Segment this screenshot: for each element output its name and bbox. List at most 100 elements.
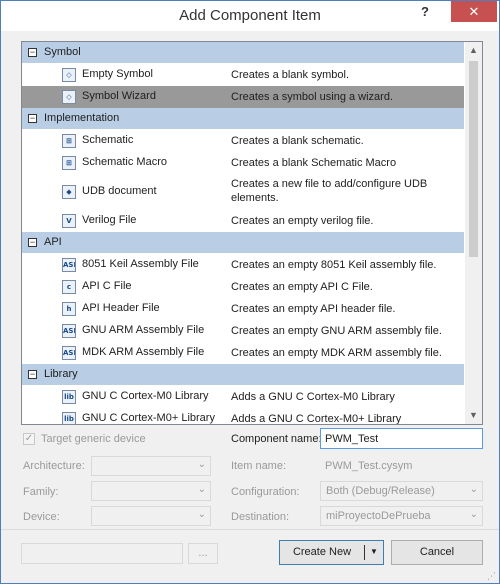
h-file-icon: h (62, 302, 76, 316)
vertical-scrollbar[interactable]: ▲ ▼ (465, 42, 482, 424)
component-template-list[interactable]: − Symbol ◇ Empty Symbol Creates a blank symb… (21, 41, 483, 425)
group-title: API (44, 236, 62, 248)
item-description: Creates an empty API header file. (231, 303, 396, 315)
item-description: Creates a blank Schematic Macro (231, 157, 397, 169)
list-item[interactable]: ◇ Symbol Wizard Creates a symbol using a w… (22, 86, 464, 108)
list-item[interactable]: V Verilog File Creates an empty verilog fi… (22, 210, 464, 232)
list-item[interactable]: ASM MDK ARM Assembly File Creates an empty… (22, 342, 464, 364)
group-header-symbol[interactable]: − Symbol (22, 42, 464, 64)
item-name-value: PWM_Test.cysym (325, 460, 413, 472)
dropdown-arrow-icon[interactable]: ▼ (365, 541, 383, 564)
list-item[interactable]: lib GNU C Cortex-M0 Library Adds a GNU C C… (22, 386, 464, 408)
item-description: Creates an empty verilog file. (231, 215, 374, 227)
item-name: API C File (82, 280, 132, 292)
family-label: Family: (23, 486, 59, 498)
list-item[interactable]: ASM GNU ARM Assembly File Creates an empty… (22, 320, 464, 342)
add-component-dialog: Add Component Item ? ✕ − Symbol ◇ Empty Sym… (0, 0, 500, 584)
list-item[interactable]: ASM 8051 Keil Assembly File Creates an emp… (22, 254, 464, 276)
list-item[interactable]: ◇ Empty Symbol Creates a blank symbol. (22, 64, 464, 86)
template-list-content: − Symbol ◇ Empty Symbol Creates a blank symb… (22, 42, 464, 425)
collapse-icon[interactable]: − (28, 48, 37, 57)
chevron-down-icon: ⌄ (469, 509, 478, 520)
component-name-label: Component name: (231, 433, 322, 445)
chevron-down-icon: ⌄ (469, 484, 478, 495)
item-description: Creates a blank symbol. (231, 69, 349, 81)
collapse-icon[interactable]: − (28, 370, 37, 379)
item-description: Creates an empty 8051 Keil assembly file… (231, 259, 437, 271)
item-description: Creates a new file to add/configure UDB … (231, 178, 428, 204)
list-item[interactable]: c API C File Creates an empty API C File. (22, 276, 464, 298)
item-name: GNU C Cortex-M0 Library (82, 390, 209, 402)
item-description: Creates an empty API C File. (231, 281, 373, 293)
cancel-button[interactable]: Cancel (391, 540, 483, 565)
close-button[interactable]: ✕ (451, 1, 497, 22)
list-item[interactable]: ⬥ UDB document Creates a new file to add/c… (22, 174, 464, 210)
create-new-button[interactable]: Create New (280, 541, 364, 564)
configuration-value: Both (Debug/Release) (326, 485, 435, 497)
collapse-icon[interactable]: − (28, 238, 37, 247)
schematic-icon: ⊞ (62, 134, 76, 148)
group-header-library[interactable]: − Library (22, 364, 464, 386)
group-title: Symbol (44, 46, 81, 58)
item-name: UDB document (82, 185, 157, 197)
symbol-wizard-icon: ◇ (62, 90, 76, 104)
item-name: Symbol Wizard (82, 90, 156, 102)
item-name: Empty Symbol (82, 68, 153, 80)
list-item[interactable]: ⊞ Schematic Macro Creates a blank Schemati… (22, 152, 464, 174)
destination-select[interactable]: miProyectoDePrueba ⌄ (320, 506, 483, 526)
group-header-implementation[interactable]: − Implementation (22, 108, 464, 130)
path-field[interactable] (21, 543, 183, 564)
architecture-label: Architecture: (23, 460, 85, 472)
schematic-macro-icon: ⊞ (62, 156, 76, 170)
chevron-down-icon: ⌄ (197, 459, 206, 470)
c-file-icon: c (62, 280, 76, 294)
item-description: Creates an empty MDK ARM assembly file. (231, 347, 442, 359)
device-select[interactable]: ⌄ (91, 506, 211, 526)
chevron-down-icon: ⌄ (197, 509, 206, 520)
browse-button[interactable]: ... (188, 543, 218, 564)
scroll-down-icon[interactable]: ▼ (465, 407, 482, 424)
list-item[interactable]: ⊞ Schematic Creates a blank schematic. (22, 130, 464, 152)
list-item[interactable]: lib GNU C Cortex-M0+ Library Adds a GNU C … (22, 408, 464, 425)
group-title: Library (44, 368, 78, 380)
item-name: MDK ARM Assembly File (82, 346, 205, 358)
item-description: Creates a symbol using a wizard. (231, 91, 394, 103)
scroll-thumb[interactable] (469, 61, 478, 257)
create-new-split-button[interactable]: Create New ▼ (279, 540, 384, 565)
device-label: Device: (23, 511, 60, 523)
target-generic-checkbox[interactable]: ✓ (23, 433, 35, 445)
item-name: GNU C Cortex-M0+ Library (82, 412, 215, 424)
item-name: GNU ARM Assembly File (82, 324, 205, 336)
asm-file-icon: ASM (62, 346, 76, 360)
item-description: Adds a GNU C Cortex-M0+ Library (231, 413, 402, 425)
group-title: Implementation (44, 112, 120, 124)
configuration-label: Configuration: (231, 486, 300, 498)
group-header-api[interactable]: − API (22, 232, 464, 254)
item-description: Creates a blank schematic. (231, 135, 364, 147)
footer-divider (1, 529, 499, 530)
help-button[interactable]: ? (415, 4, 435, 24)
collapse-icon[interactable]: − (28, 114, 37, 123)
list-item[interactable]: h API Header File Creates an empty API hea… (22, 298, 464, 320)
component-name-input[interactable] (321, 429, 482, 448)
title-bar: Add Component Item ? ✕ (1, 1, 499, 31)
configuration-select[interactable]: Both (Debug/Release) ⌄ (320, 481, 483, 501)
resize-grip-icon[interactable]: ⋰ (487, 571, 496, 582)
family-select[interactable]: ⌄ (91, 481, 211, 501)
symbol-icon: ◇ (62, 68, 76, 82)
item-name: API Header File (82, 302, 160, 314)
item-name: 8051 Keil Assembly File (82, 258, 199, 270)
item-name: Schematic (82, 134, 134, 146)
component-name-field[interactable] (320, 428, 483, 449)
scroll-up-icon[interactable]: ▲ (465, 42, 482, 59)
item-name-label: Item name: (231, 460, 287, 472)
lib-file-icon: lib (62, 390, 76, 404)
lib-file-icon: lib (62, 412, 76, 424)
udb-document-icon: ⬥ (62, 185, 76, 199)
item-name: Schematic Macro (82, 156, 167, 168)
architecture-select[interactable]: ⌄ (91, 456, 211, 476)
asm-file-icon: ASM (62, 324, 76, 338)
chevron-down-icon: ⌄ (197, 484, 206, 495)
target-generic-label: Target generic device (41, 433, 146, 445)
item-name: Verilog File (82, 214, 137, 226)
